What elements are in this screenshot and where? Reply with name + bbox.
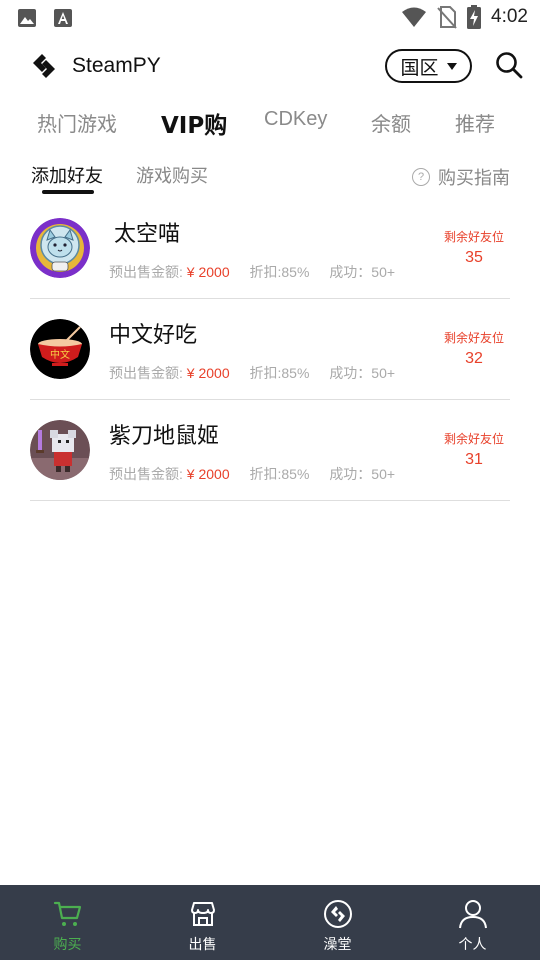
discount-text: 折扣:85% [249, 264, 310, 280]
success-text: 成功：50+ [329, 264, 396, 280]
cart-icon [53, 901, 81, 926]
nav-sell-label: 出售 [188, 937, 217, 953]
presale-price: ¥ 2000 [186, 264, 230, 280]
friend-name: 中文好吃 [109, 323, 198, 348]
slots-count: 32 [465, 350, 483, 367]
success-text: 成功：50+ [329, 466, 396, 482]
nav-buy[interactable]: 购买 [0, 885, 135, 960]
bottom-nav: 购买 出售 澡堂 个人 [0, 885, 540, 960]
steam-circle-icon [323, 900, 352, 928]
search-icon[interactable] [494, 50, 524, 80]
nav-sell[interactable]: 出售 [135, 885, 270, 960]
presale-price: ¥ 2000 [186, 365, 230, 381]
friend-name: 太空喵 [114, 222, 181, 247]
app-title: SteamPY [72, 54, 161, 77]
list-item[interactable]: 紫刀地鼠姬 预出售金额: ¥ 2000 折扣:85% 成功：50+ 剩余好友位 … [30, 400, 510, 501]
nav-bathhouse-label: 澡堂 [323, 937, 352, 953]
help-circle-icon: ? [412, 168, 430, 186]
subtab-indicator [42, 190, 94, 194]
tab-cdkey[interactable]: CDKey [264, 108, 327, 131]
main-tabs: 热门游戏 VIP购 CDKey 余额 推荐 [0, 100, 540, 144]
tab-recommend[interactable]: 推荐 [455, 108, 495, 137]
friend-meta: 预出售金额: ¥ 2000 折扣:85% 成功：50+ [109, 363, 395, 383]
nav-bathhouse[interactable]: 澡堂 [270, 885, 405, 960]
friend-name: 紫刀地鼠姬 [109, 424, 220, 449]
steampy-logo-icon [33, 54, 55, 78]
slots-count: 31 [465, 451, 483, 468]
sub-tabs: 添加好友 游戏购买 ? 购买指南 [0, 156, 540, 198]
no-sim-icon [437, 6, 457, 29]
slots-label: 剩余好友位 [443, 230, 504, 244]
svg-text:中文: 中文 [50, 348, 70, 361]
subtab-add-friend[interactable]: 添加好友 [31, 162, 103, 188]
tab-hot-games[interactable]: 热门游戏 [37, 108, 117, 137]
status-bar: 4:02 [0, 0, 540, 36]
discount-text: 折扣:85% [249, 466, 310, 482]
image-icon [18, 9, 36, 27]
store-icon [190, 902, 215, 926]
remaining-slots: 剩余好友位 35 [438, 228, 510, 267]
person-icon [458, 900, 487, 929]
friend-meta: 预出售金额: ¥ 2000 折扣:85% 成功：50+ [109, 262, 395, 282]
list-item[interactable]: 太空喵 预出售金额: ¥ 2000 折扣:85% 成功：50+ 剩余好友位 35 [30, 198, 510, 299]
list-item[interactable]: 中文 中文好吃 预出售金额: ¥ 2000 折扣:85% 成功：50+ 剩余好友… [30, 299, 510, 400]
nav-profile-label: 个人 [458, 937, 487, 953]
presale-price: ¥ 2000 [186, 466, 230, 482]
friend-list: 太空喵 预出售金额: ¥ 2000 折扣:85% 成功：50+ 剩余好友位 35… [30, 198, 510, 501]
remaining-slots: 剩余好友位 32 [438, 329, 510, 368]
presale-label: 预出售金额: [109, 264, 183, 280]
status-time: 4:02 [491, 6, 528, 27]
remaining-slots: 剩余好友位 31 [438, 430, 510, 469]
nav-profile[interactable]: 个人 [405, 885, 540, 960]
app-header: SteamPY 国区 [0, 44, 540, 90]
nav-buy-label: 购买 [53, 937, 82, 953]
space-cat-avatar [30, 218, 90, 278]
tab-vip-buy[interactable]: VIP购 [161, 106, 227, 140]
discount-text: 折扣:85% [249, 365, 310, 381]
subtab-game-purchase[interactable]: 游戏购买 [136, 162, 208, 188]
presale-label: 预出售金额: [109, 466, 183, 482]
tab-balance[interactable]: 余额 [371, 108, 411, 137]
slots-count: 35 [465, 249, 483, 266]
red-bowl-avatar: 中文 [30, 319, 90, 379]
purchase-guide-label: 购买指南 [438, 168, 510, 189]
battery-charging-icon [467, 5, 482, 29]
friend-meta: 预出售金额: ¥ 2000 折扣:85% 成功：50+ [109, 464, 395, 484]
presale-label: 预出售金额: [109, 365, 183, 381]
pixel-mouse-avatar [30, 420, 90, 480]
success-text: 成功：50+ [329, 365, 396, 381]
slots-label: 剩余好友位 [443, 331, 504, 345]
region-select[interactable]: 国区 [385, 49, 472, 83]
wifi-icon [402, 7, 427, 27]
caret-down-icon [446, 62, 457, 70]
purchase-guide-link[interactable]: ? 购买指南 [412, 164, 510, 190]
region-label: 国区 [400, 56, 439, 79]
slots-label: 剩余好友位 [443, 432, 504, 446]
font-download-icon [54, 9, 72, 27]
